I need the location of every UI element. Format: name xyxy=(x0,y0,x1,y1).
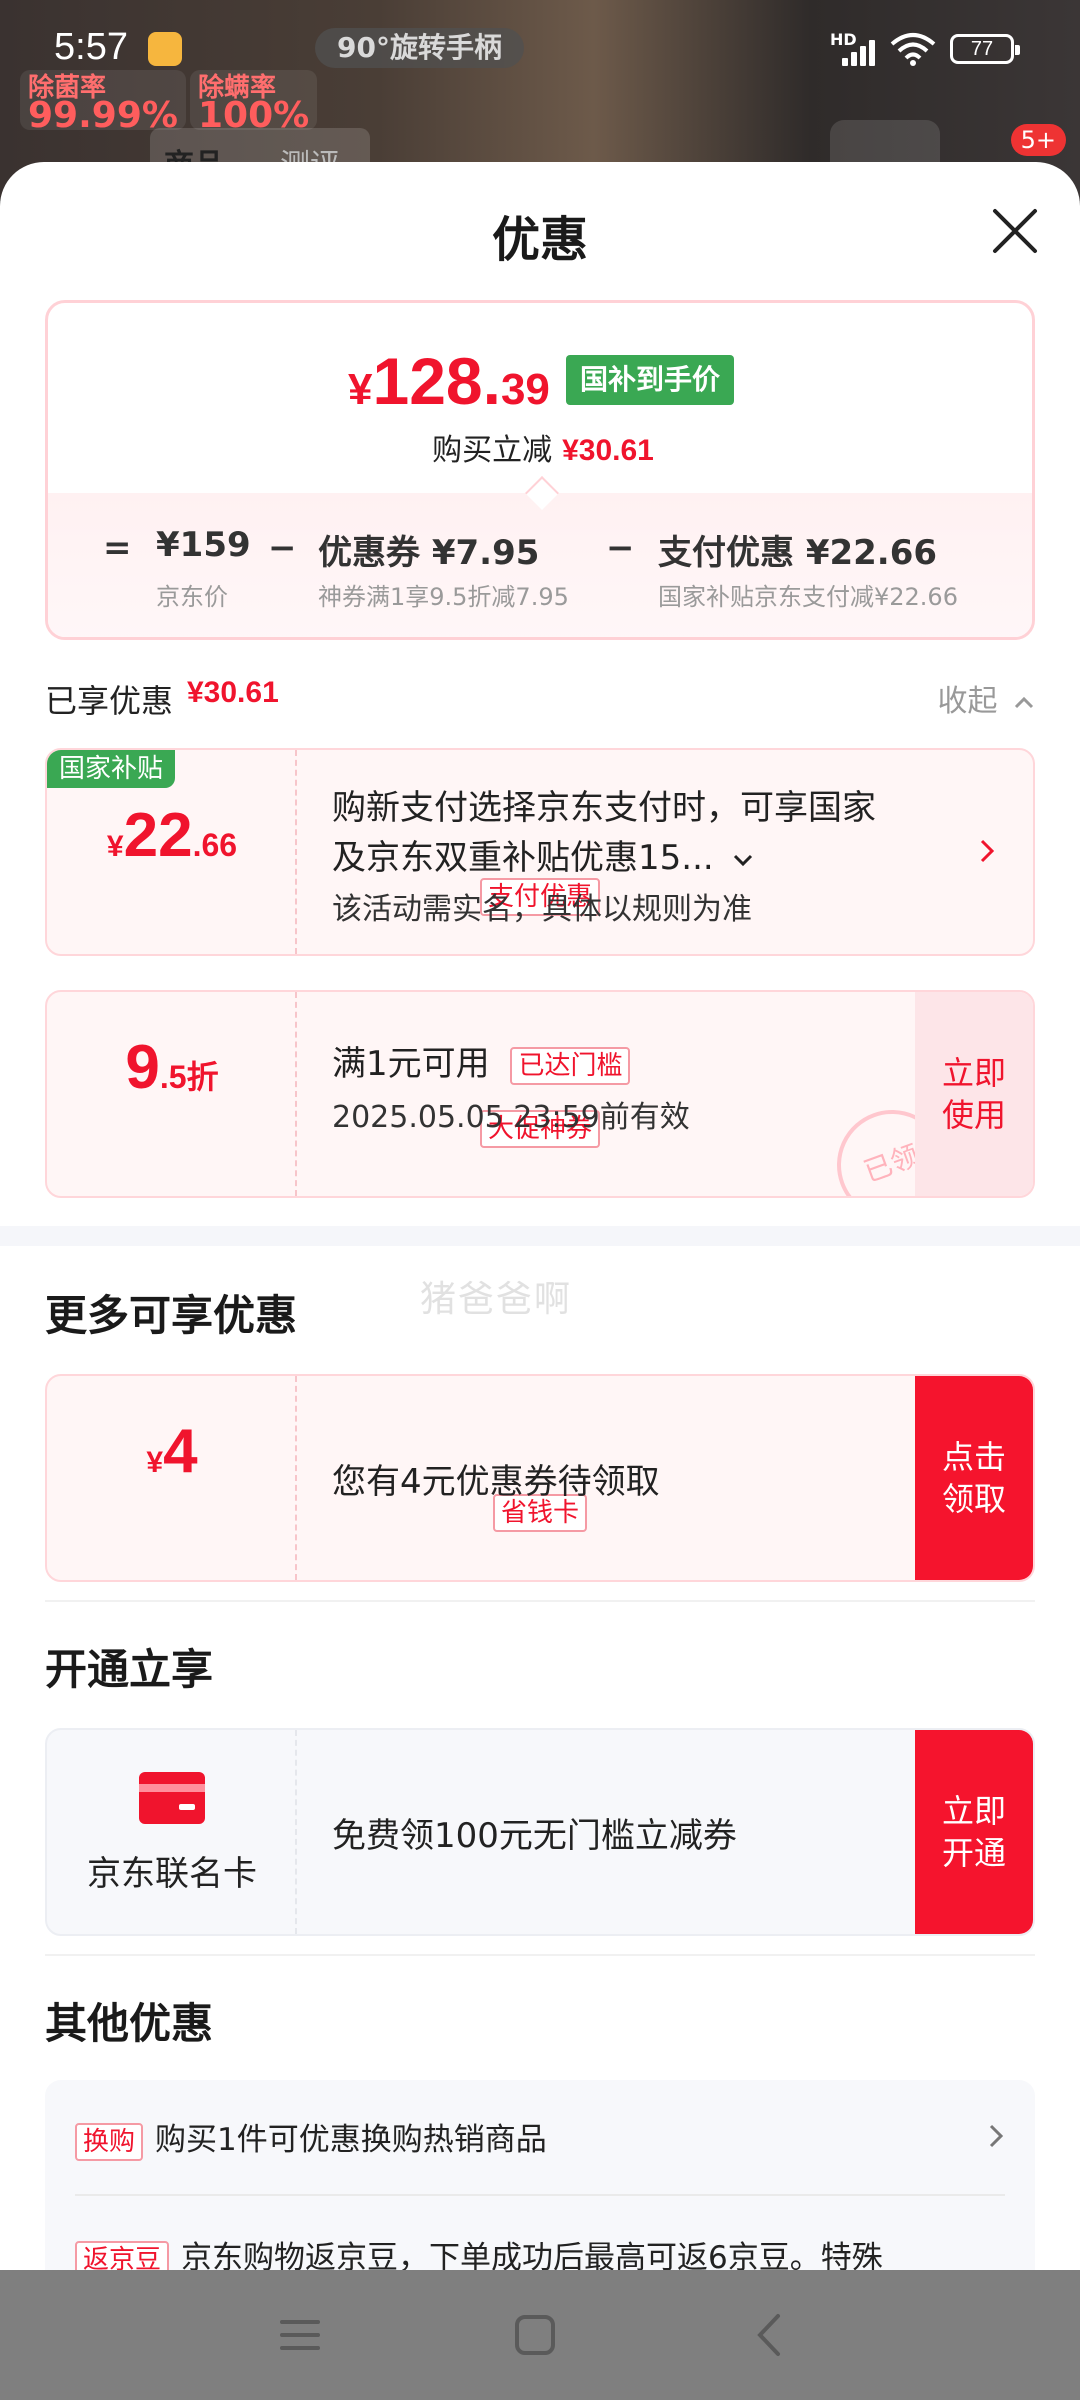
badge-value: 99.99% xyxy=(28,95,178,136)
item-tag: 换购 xyxy=(75,2122,144,2161)
minus-sign: − xyxy=(606,528,635,568)
use-now-button[interactable]: 立即使用 xyxy=(915,992,1033,1196)
base-price-label: 京东价 xyxy=(156,583,228,611)
coupon-value-decimal: .66 xyxy=(192,827,238,863)
coupon-condition-text: 满1元可用 xyxy=(332,1044,490,1084)
coupon-value-integer: 22 xyxy=(123,801,193,870)
coupon-expiry: 2025.05.05 23:59前有效 xyxy=(332,1100,690,1135)
promo-coupon: 9.5折 大促神券 满1元可用 已达门槛 2025.05.05 23:59前有效… xyxy=(45,990,1035,1198)
coupon-desc: 您有4元优惠券待领取 xyxy=(332,1462,660,1502)
status-bar: 5:57 HD 77 xyxy=(0,0,1080,100)
card-icon-area xyxy=(47,1730,297,1934)
sheet-title: 优惠 xyxy=(491,212,588,268)
payment-discount-label: 国家补贴京东支付减¥22.66 xyxy=(658,583,958,611)
notification-icon xyxy=(148,32,182,66)
claim-button[interactable]: 点击领取 xyxy=(915,1376,1033,1580)
enjoyed-discount-row: 已享优惠 ¥30.61 收起 xyxy=(45,670,1035,720)
gov-subsidy-price-tag: 国补到手价 xyxy=(566,355,735,405)
more-discounts-title: 更多可享优惠 xyxy=(45,1291,298,1340)
coupon-value-integer: 9 xyxy=(125,1033,160,1102)
menu-icon[interactable] xyxy=(270,2310,330,2360)
open-now-button[interactable]: 立即开通 xyxy=(915,1730,1033,1934)
minus-sign: − xyxy=(268,528,297,568)
chevron-right-icon[interactable] xyxy=(977,836,997,866)
enjoyed-label: 已享优惠 xyxy=(45,682,174,720)
collapse-label: 收起 xyxy=(937,684,998,719)
equals-sign: = xyxy=(103,528,132,568)
collapse-toggle[interactable]: 收起 xyxy=(937,676,1035,720)
chevron-down-icon xyxy=(733,854,752,866)
back-icon[interactable] xyxy=(740,2310,800,2360)
coupon-desc-line1: 购新支付选择京东支付时，可享国家 xyxy=(332,788,876,828)
coupon-value: ¥4 xyxy=(47,1416,297,1487)
chevron-up-icon xyxy=(1014,696,1034,708)
section-divider-line xyxy=(45,1954,1035,1956)
credit-card-icon xyxy=(139,1772,205,1824)
section-divider-line xyxy=(45,1600,1035,1602)
coupon-condition: 满1元可用 已达门槛 xyxy=(332,1036,631,1085)
home-icon[interactable] xyxy=(505,2310,565,2360)
card-name: 京东联名卡 xyxy=(87,1854,257,1894)
battery-icon: 77 xyxy=(950,34,1020,64)
coupon-value: ¥22.66 xyxy=(47,800,297,871)
coupon-desc-line2[interactable]: 及京东双重补贴优惠15... xyxy=(332,830,755,879)
system-nav-bar xyxy=(0,2270,1080,2400)
open-now-label: 立即开通 xyxy=(941,1792,1006,1872)
coupon-value-decimal: .5折 xyxy=(159,1059,219,1095)
wifi-icon xyxy=(890,33,936,66)
coupon-note: 该活动需实名，具体以规则为准 xyxy=(332,892,752,927)
other-discounts-title: 其他优惠 xyxy=(45,1999,214,2048)
coupon-currency: ¥ xyxy=(146,1446,164,1479)
coupon-value: 9.5折 xyxy=(47,1032,297,1103)
item-text: 购买1件可优惠换购热销商品 xyxy=(155,2122,547,2158)
use-now-label: 立即使用 xyxy=(941,1054,1006,1134)
payment-subsidy-coupon[interactable]: 国家补贴 ¥22.66 支付优惠 购新支付选择京东支付时，可享国家 及京东双重补… xyxy=(45,748,1035,956)
savings-card-coupon: ¥4 省钱卡 您有4元优惠券待领取 点击领取 xyxy=(45,1374,1035,1582)
signal-icon xyxy=(842,38,882,66)
cart-count-badge: 5+ xyxy=(1010,124,1066,156)
list-item-trade-in[interactable]: 换购 购买1件可优惠换购热销商品 xyxy=(75,2114,1005,2161)
coupon-discount-value: 优惠券 ¥7.95 xyxy=(318,533,540,573)
co-branded-card-offer: 京东联名卡 免费领100元无门槛立减券 立即开通 xyxy=(45,1728,1035,1936)
buy-discount-amount: ¥30.61 xyxy=(562,434,654,467)
price-decimal: 39 xyxy=(500,365,550,414)
enjoyed-amount: ¥30.61 xyxy=(187,676,279,709)
coupon-desc-line2-text: 及京东双重补贴优惠15... xyxy=(332,838,714,878)
status-time: 5:57 xyxy=(54,26,128,68)
chevron-right-icon xyxy=(989,2124,1004,2148)
close-icon[interactable] xyxy=(990,206,1040,256)
watermark-text: 猪爸爸啊 xyxy=(420,1279,573,1320)
card-offer-desc: 免费领100元无门槛立减券 xyxy=(332,1816,737,1856)
price-currency: ¥ xyxy=(348,365,373,414)
threshold-met-badge: 已达门槛 xyxy=(510,1046,631,1085)
gov-subsidy-tag: 国家补贴 xyxy=(47,750,176,788)
coupon-discount-label: 神券满1享9.5折减7.95 xyxy=(318,583,569,611)
claim-label: 点击领取 xyxy=(941,1438,1006,1518)
base-price-value: ¥159 xyxy=(156,525,251,565)
payment-discount-value: 支付优惠 ¥22.66 xyxy=(658,533,938,573)
discount-sheet: 优惠 ¥128.39 国补到手价 购买立减 ¥30.61 = ¥159 京东价 −… xyxy=(0,162,1080,2400)
final-price: ¥128.39 xyxy=(348,343,550,419)
coupon-currency: ¥ xyxy=(106,830,124,863)
price-integer: 128. xyxy=(372,344,501,418)
price-summary-card: ¥128.39 国补到手价 购买立减 ¥30.61 = ¥159 京东价 − 优惠… xyxy=(45,300,1035,640)
badge-value: 100% xyxy=(198,95,310,136)
buy-discount-line: 购买立减 ¥30.61 xyxy=(48,425,1032,469)
section-divider xyxy=(0,1226,1080,1246)
coupon-value-integer: 4 xyxy=(163,1417,198,1486)
open-to-enjoy-title: 开通立享 xyxy=(45,1645,214,1694)
buy-discount-label: 购买立减 xyxy=(432,433,553,468)
item-divider xyxy=(75,2194,1005,2196)
